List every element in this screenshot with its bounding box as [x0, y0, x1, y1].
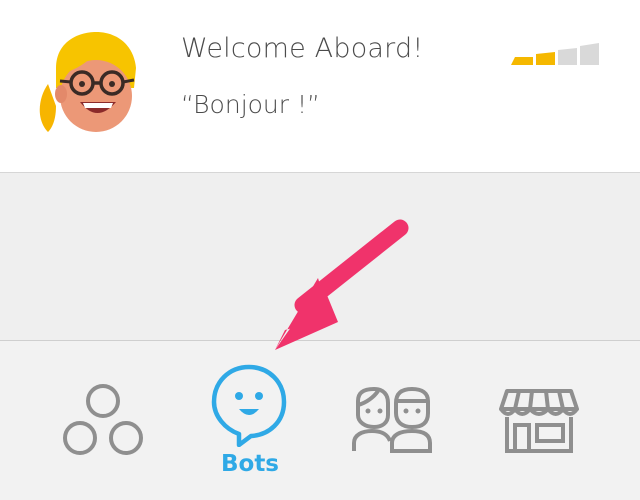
- tab-bar: Bots: [0, 340, 640, 500]
- store-icon: [499, 389, 579, 453]
- tab-label-bots: Bots: [220, 451, 280, 477]
- content-area: [0, 173, 640, 340]
- tab-friends[interactable]: [330, 341, 460, 500]
- screen: Welcome Aboard! “Bonjour !” Bots: [0, 0, 640, 500]
- card-subtitle: “Bonjour !”: [181, 90, 320, 119]
- card-title: Welcome Aboard!: [181, 33, 424, 64]
- strength-bars: [511, 43, 599, 65]
- bot-card[interactable]: Welcome Aboard! “Bonjour !”: [0, 0, 640, 173]
- chat-bubble-icon: [211, 364, 287, 447]
- tab-circles[interactable]: [40, 341, 170, 500]
- strength-bar-1: [511, 57, 533, 65]
- bot-avatar-icon: [39, 32, 136, 132]
- strength-bar-4: [580, 43, 599, 65]
- strength-bar-3: [558, 48, 577, 65]
- strength-bar-2: [536, 52, 555, 65]
- friends-icon: [352, 387, 432, 453]
- circles-icon: [63, 384, 143, 455]
- tab-store[interactable]: [475, 341, 605, 500]
- tab-bots[interactable]: Bots: [185, 341, 315, 500]
